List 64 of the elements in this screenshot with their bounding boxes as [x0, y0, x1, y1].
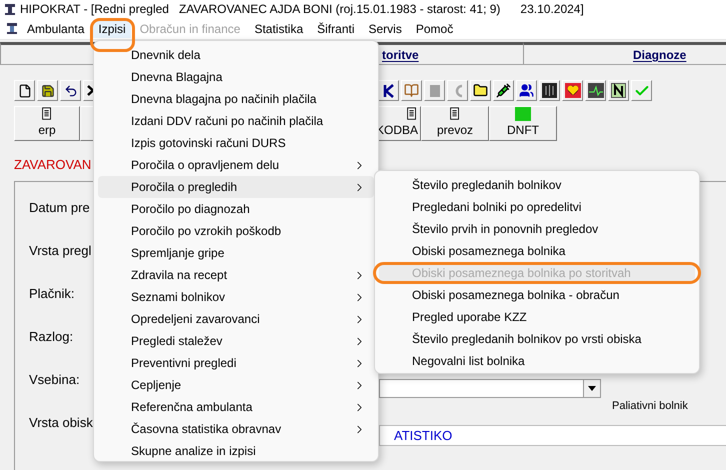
menu-item[interactable]: Izdani DDV računi po načinih plačila: [98, 110, 374, 132]
checkbox-label: Paliativni bolnik: [612, 400, 688, 412]
form-label: Vrsta obisk: [29, 415, 93, 431]
folder-icon[interactable]: [470, 80, 491, 101]
menu-item[interactable]: Spremljanje gripe: [98, 242, 374, 264]
ecg-icon[interactable]: [585, 80, 606, 101]
tab[interactable]: Diagnoze: [523, 42, 726, 64]
k-letter-icon[interactable]: [378, 80, 399, 101]
undo-button[interactable]: [60, 80, 81, 101]
new-document-button[interactable]: [14, 80, 35, 101]
menu-item[interactable]: Servis: [364, 20, 407, 38]
menu-item[interactable]: Poročilo po diagnozah: [98, 198, 374, 220]
undo-icon: [64, 84, 78, 98]
menu-item[interactable]: Pregled uporabe KZZ: [379, 306, 695, 328]
form-label: Razlog:: [29, 329, 74, 345]
syringe-icon[interactable]: [493, 80, 514, 101]
menu-item[interactable]: Cepljenje: [98, 374, 374, 396]
menu-item[interactable]: Opredeljeni zavarovanci: [98, 308, 374, 330]
menu-item[interactable]: Izpis gotovinski računi DURS: [98, 132, 374, 154]
form-label: Vsebina:: [29, 372, 80, 388]
menu-item[interactable]: Poročila o opravljenem delu: [98, 154, 374, 176]
menu-item[interactable]: Zdravila na recept: [98, 264, 374, 286]
prevoz-button[interactable]: prevoz: [421, 106, 489, 141]
save-button[interactable]: [37, 80, 58, 101]
dropdown-field[interactable]: [379, 379, 601, 398]
menu-item[interactable]: Dnevna blagajna po načinih plačila: [98, 88, 374, 110]
save-icon: [40, 84, 54, 98]
menu-item[interactable]: Pomoč: [410, 20, 458, 38]
menu-item[interactable]: Obiski posameznega bolnika - obračun: [379, 284, 695, 306]
dropdown-arrow-icon: [588, 386, 596, 391]
menu-item[interactable]: Pregledani bolniki po opredelitvi: [379, 196, 695, 218]
menu-item[interactable]: Skupne analize in izpisi: [98, 440, 374, 462]
menu-item[interactable]: Šifranti: [312, 20, 360, 38]
app-icon[interactable]: [6, 22, 18, 35]
erp-button[interactable]: erp: [14, 106, 80, 141]
insured-label: ZAVAROVAN: [14, 157, 92, 173]
menu-item[interactable]: Negovalni list bolnika: [379, 350, 695, 372]
menu-item[interactable]: Pregledi staležev: [98, 330, 374, 352]
menu-item[interactable]: Poročila o pregledih: [98, 176, 374, 198]
menu-item[interactable]: Poročilo po vzrokih poškodb: [98, 220, 374, 242]
menu-item[interactable]: Seznami bolnikov: [98, 286, 374, 308]
book-icon[interactable]: [401, 80, 422, 101]
menu-item[interactable]: Dnevna Blagajna: [98, 66, 374, 88]
checkmark-icon[interactable]: [631, 80, 652, 101]
form-label: Plačnik:: [29, 286, 75, 302]
menu-item[interactable]: Preventivni pregledi: [98, 352, 374, 374]
people-icon[interactable]: [516, 80, 537, 101]
highlight-outline: [90, 18, 135, 52]
window-title: HIPOKRAT - [Redni pregled ZAVAROVANEC AJDA BONI (roj.15.01.1983 - starost: 41; 9) 23.10.2024]: [0, 0, 726, 18]
form-label: Vrsta pregl: [29, 243, 92, 259]
form-label: Datum pre: [29, 200, 90, 216]
input-field[interactable]: ATISTIKO: [379, 425, 726, 446]
menu-item[interactable]: Število pregledanih bolnikov po vrsti obiska: [379, 328, 695, 350]
dnft-button[interactable]: DNFT: [489, 106, 557, 141]
menu-item[interactable]: Obiski posameznega bolnika: [379, 240, 695, 262]
menu-item[interactable]: Referenčna ambulanta: [98, 396, 374, 418]
menu-item[interactable]: Število pregledanih bolnikov: [379, 174, 695, 196]
heart-icon[interactable]: [562, 80, 583, 101]
app-icon: [4, 2, 16, 16]
menu-item[interactable]: Časovna statistika obravnav: [98, 418, 374, 440]
n-letter-icon[interactable]: [608, 80, 629, 101]
menu-item[interactable]: Ambulanta: [22, 20, 90, 38]
menu-item[interactable]: Število prvih in ponovnih pregledov: [379, 218, 695, 240]
menu-item[interactable]: Statistika: [249, 20, 308, 38]
